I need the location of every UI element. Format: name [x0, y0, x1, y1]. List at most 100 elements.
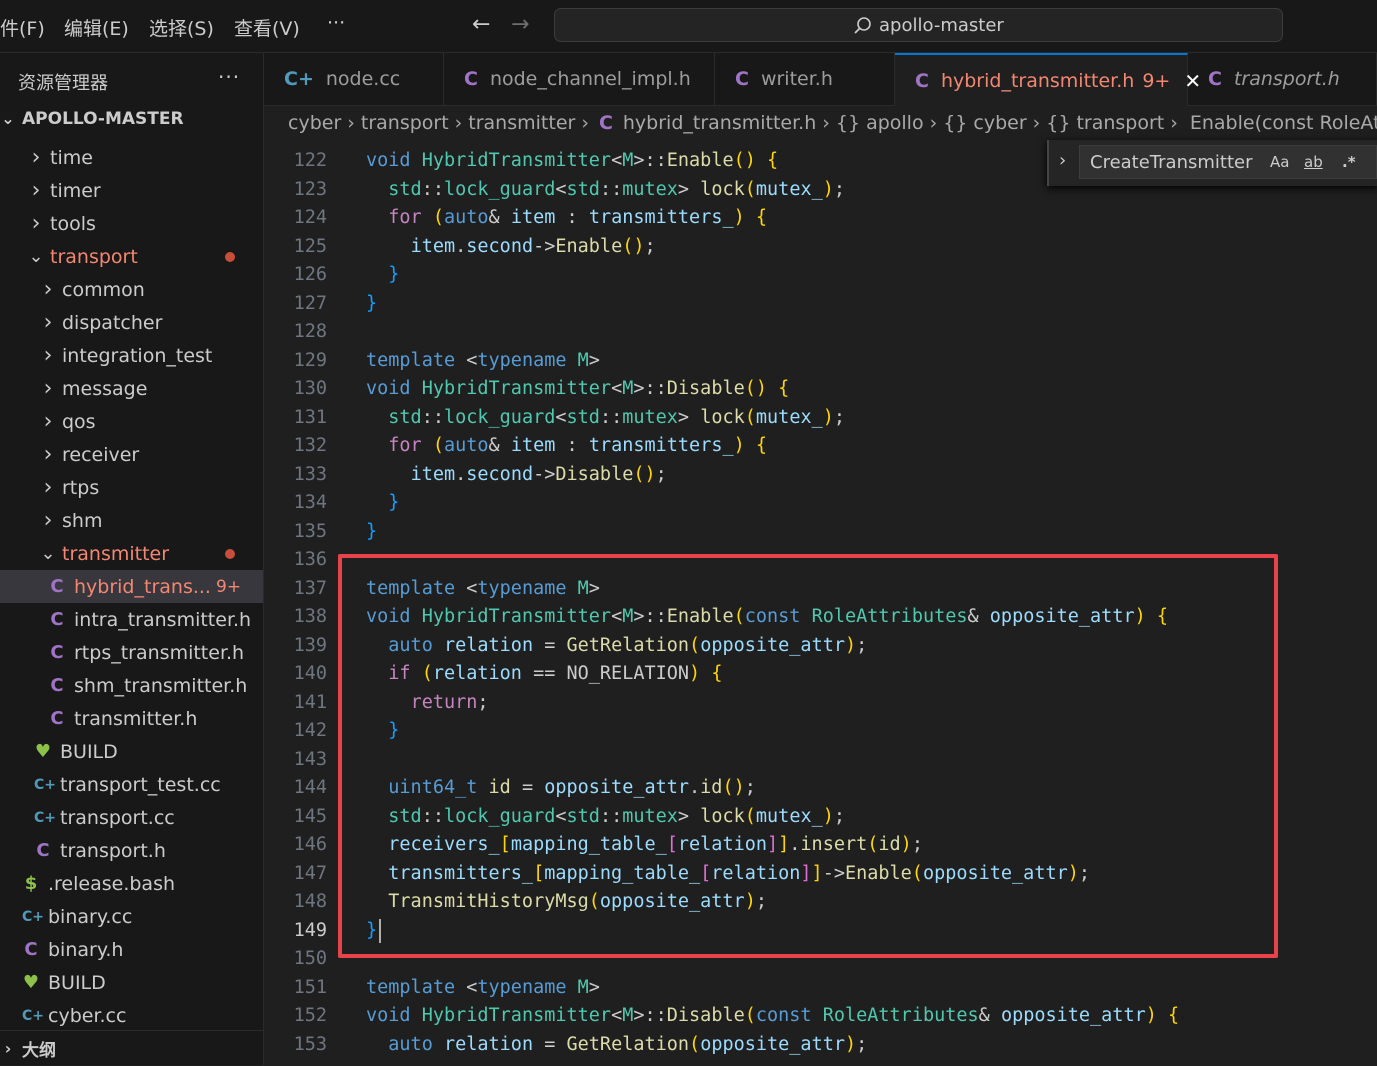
tree-file[interactable]: Cintra_transmitter.h — [0, 603, 263, 636]
line-number: 152 — [293, 1005, 327, 1026]
code-line[interactable]: 129 template <typename M> — [264, 347, 1377, 376]
code-line[interactable]: 133 item.second->Disable(); — [264, 461, 1377, 490]
tree-folder[interactable]: › message — [0, 372, 263, 405]
menu-edit[interactable]: 编辑(E) — [64, 14, 129, 41]
tree-folder[interactable]: › timer — [0, 174, 263, 207]
c-header-icon: C — [50, 576, 64, 597]
back-arrow-icon[interactable]: ← — [472, 12, 490, 37]
breadcrumb-item[interactable]: cyber — [288, 112, 341, 134]
match-word-toggle[interactable]: ab — [1304, 153, 1323, 171]
menu-more-button[interactable]: ··· — [327, 12, 345, 34]
tree-file[interactable]: ♥ BUILD — [0, 735, 263, 768]
tab-hybrid-transmitter-h[interactable]: Chybrid_transmitter.h 9+ ✕ — [895, 53, 1201, 106]
find-widget: › CreateTransmitter Aa ab .* — [1047, 140, 1377, 186]
chevron-down-icon: ⌄ — [40, 543, 56, 564]
regex-toggle[interactable]: .* — [1342, 153, 1356, 171]
tree-folder[interactable]: › receiver — [0, 438, 263, 471]
outline-section[interactable]: › 大纲 — [0, 1030, 263, 1066]
tree-item-label: binary.h — [48, 938, 124, 961]
tab-writer-h[interactable]: Cwriter.h — [715, 53, 895, 105]
tree-file[interactable]: C+ transport.cc — [0, 801, 263, 834]
menu-view[interactable]: 查看(V) — [234, 14, 300, 41]
tab-node-cc[interactable]: C+ node.cc — [264, 53, 444, 105]
code-line[interactable]: 128 — [264, 318, 1377, 347]
tree-folder[interactable]: › integration_test — [0, 339, 263, 372]
menu-selection[interactable]: 选择(S) — [149, 14, 214, 41]
chevron-right-icon: › — [43, 277, 53, 302]
code-line[interactable]: 130 void HybridTransmitter<M>::Disable() … — [264, 375, 1377, 404]
tab-transport-h[interactable]: Ctransport.h — [1188, 53, 1377, 105]
c-header-icon: C — [24, 939, 38, 960]
code-line[interactable]: 135} — [264, 518, 1377, 547]
tree-folder[interactable]: › common — [0, 273, 263, 306]
tree-file[interactable]: C+ cyber.cc — [0, 999, 263, 1032]
c-header-icon: C — [1208, 68, 1222, 90]
chevron-right-icon: › — [43, 310, 53, 335]
tab-node-channel-impl[interactable]: Cnode_channel_impl.h — [444, 53, 715, 105]
modified-dot-icon — [225, 251, 235, 262]
tree-file[interactable]: Ctransport.h — [0, 834, 263, 867]
code-line[interactable]: 134 } — [264, 489, 1377, 518]
tree-folder[interactable]: › tools — [0, 207, 263, 240]
code-line[interactable]: 125 item.second->Enable(); — [264, 233, 1377, 262]
find-input[interactable]: CreateTransmitter Aa ab .* — [1079, 145, 1377, 179]
line-number: 123 — [293, 178, 327, 200]
tree-file[interactable]: Cbinary.h — [0, 933, 263, 966]
tree-file[interactable]: Ctransmitter.h — [0, 702, 263, 735]
breadcrumb-item[interactable]: transmitter — [468, 112, 575, 134]
code-text: std::lock_guard<std::mutex> lock(mutex_)… — [388, 178, 846, 200]
tree-item-label: transmitter.h — [74, 707, 198, 730]
code-line[interactable]: 124 for (auto& item : transmitters_) { — [264, 204, 1377, 233]
workspace-root-folder[interactable]: ⌄ APOLLO-MASTER — [0, 109, 183, 129]
tree-folder[interactable]: ⌄ transmitter — [0, 537, 263, 570]
tree-file[interactable]: Cshm_transmitter.h — [0, 669, 263, 702]
tree-folder[interactable]: ⌄ transport — [0, 240, 263, 273]
tree-file[interactable]: C+ transport_test.cc — [0, 768, 263, 801]
breadcrumb-item[interactable]: Enable(const RoleAttrib — [1190, 112, 1377, 134]
highlight-annotation-box — [338, 554, 1278, 958]
tree-file[interactable]: Chybrid_trans... 9+ — [0, 570, 263, 603]
code-line[interactable]: 126 } — [264, 261, 1377, 290]
menu-file[interactable]: 件(F) — [0, 14, 45, 41]
problem-badge: 9+ — [1142, 69, 1171, 92]
code-text: template <typename M> — [366, 349, 600, 371]
tab-label: node_channel_impl.h — [489, 68, 691, 90]
forward-arrow-icon[interactable]: → — [511, 12, 529, 37]
tree-file[interactable]: ♥ BUILD — [0, 966, 263, 999]
breadcrumb-item[interactable]: apollo — [866, 112, 924, 134]
breadcrumb-item[interactable]: cyber — [973, 112, 1026, 134]
tree-folder[interactable]: › time — [0, 141, 263, 174]
explorer-more-button[interactable]: ··· — [218, 65, 240, 89]
code-line[interactable]: 131 std::lock_guard<std::mutex> lock(mut… — [264, 404, 1377, 433]
chevron-right-icon: › — [31, 145, 41, 170]
code-line[interactable]: 127} — [264, 290, 1377, 319]
line-number: 147 — [293, 862, 327, 884]
tree-file[interactable]: C+ binary.cc — [0, 900, 263, 933]
tree-file[interactable]: Crtps_transmitter.h — [0, 636, 263, 669]
breadcrumb-item[interactable]: transport — [1076, 112, 1164, 134]
code-text: for (auto& item : transmitters_) { — [388, 207, 768, 228]
code-line[interactable]: 152 void HybridTransmitter<M>::Disable(co… — [264, 1002, 1377, 1031]
find-input-value: CreateTransmitter — [1090, 152, 1253, 173]
tree-item-label: rtps_transmitter.h — [74, 641, 245, 664]
code-line[interactable]: 153 auto relation = GetRelation(opposite… — [264, 1031, 1377, 1060]
tree-folder[interactable]: › rtps — [0, 471, 263, 504]
code-text: item.second->Enable(); — [410, 235, 656, 257]
tree-folder[interactable]: › shm — [0, 504, 263, 537]
breadcrumb-item[interactable]: hybrid_transmitter.h — [623, 112, 816, 134]
match-case-toggle[interactable]: Aa — [1270, 153, 1289, 171]
code-line[interactable]: 151 template <typename M> — [264, 974, 1377, 1003]
breadcrumb-item[interactable]: transport — [361, 112, 449, 134]
line-number: 137 — [293, 577, 327, 599]
tree-folder[interactable]: › dispatcher — [0, 306, 263, 339]
command-center-search[interactable]: apollo-master — [554, 8, 1283, 42]
chevron-right-icon: › — [43, 343, 53, 368]
c-header-icon: C — [50, 675, 64, 696]
tree-file[interactable]: $ .release.bash — [0, 867, 263, 900]
tree-item-label: transmitter — [62, 542, 170, 565]
code-line[interactable]: 132 for (auto& item : transmitters_) { — [264, 432, 1377, 461]
tab-label: writer.h — [760, 68, 833, 90]
tree-folder[interactable]: › qos — [0, 405, 263, 438]
chevron-right-icon[interactable]: › — [1059, 150, 1066, 171]
chevron-right-icon: › — [454, 112, 463, 134]
